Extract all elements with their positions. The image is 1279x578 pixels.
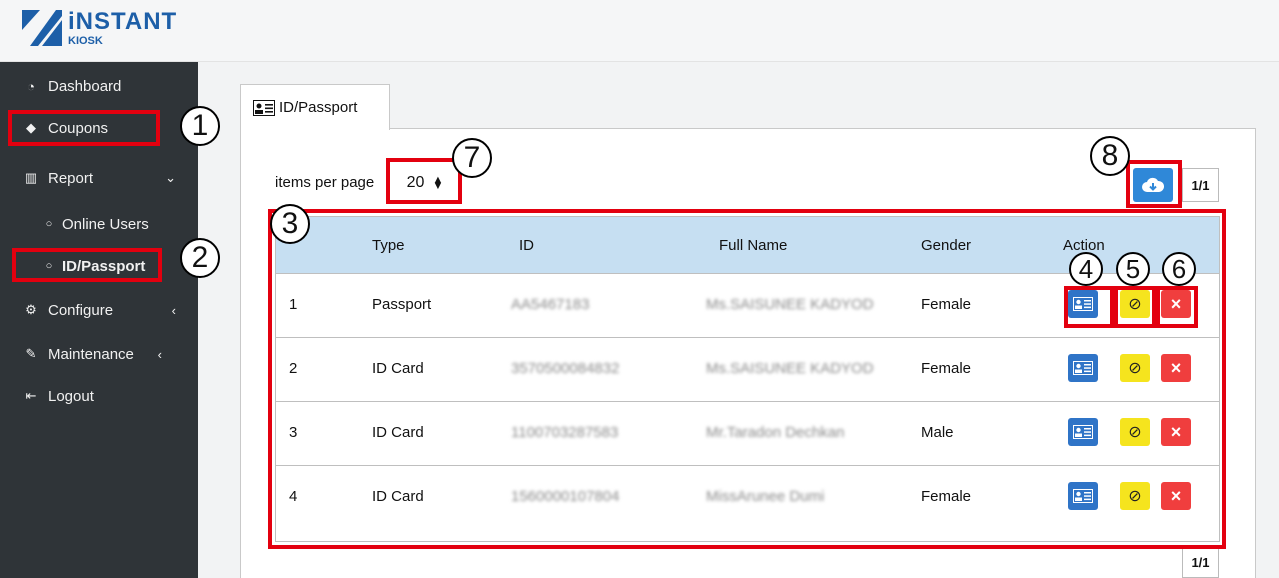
id-card-icon <box>253 99 275 116</box>
sidebar-item-report[interactable]: ▥ Report ⌄ <box>0 158 198 198</box>
logo-mark-icon <box>22 8 62 48</box>
tab-label: ID/Passport <box>279 99 358 116</box>
annotation-box-view-id <box>1064 286 1114 328</box>
sidebar-item-label: Configure <box>48 301 114 319</box>
sidebar-item-label: Online Users <box>62 215 149 233</box>
sidebar-item-configure[interactable]: ⚙ Configure ‹ <box>0 290 198 330</box>
circle-icon: ○ <box>45 218 53 230</box>
logo-subtitle: KIOSK <box>68 34 103 47</box>
gear-icon: ⚙ <box>25 302 37 317</box>
items-per-page-label: items per page <box>275 174 375 191</box>
tab-id-passport[interactable]: ID/Passport <box>240 84 390 130</box>
sidebar-item-label: Maintenance <box>48 345 134 363</box>
callout-1: 1 <box>180 106 220 146</box>
logo-title: iNSTANT <box>68 7 178 35</box>
sidebar-item-dashboard[interactable]: ◔ Dashboard <box>0 66 198 106</box>
annotation-box-suspend <box>1114 286 1156 328</box>
sidebar-item-label: Dashboard <box>48 77 122 95</box>
callout-7: 7 <box>452 138 492 178</box>
page-indicator-bottom[interactable]: 1/1 <box>1182 546 1219 578</box>
bar-chart-icon: ▥ <box>24 170 38 185</box>
chevron-down-icon: ⌄ <box>165 170 176 185</box>
logout-icon: ⇤ <box>25 388 37 403</box>
callout-3: 3 <box>270 204 310 244</box>
sidebar-item-maintenance[interactable]: ✎ Maintenance ‹ <box>0 334 198 374</box>
callout-6: 6 <box>1162 252 1196 286</box>
annotation-box-items-per-page <box>386 158 462 204</box>
gauge-icon: ◔ <box>27 78 35 94</box>
callout-8: 8 <box>1090 136 1130 176</box>
sidebar-item-online-users[interactable]: ○ Online Users <box>0 204 198 244</box>
chevron-left-icon: ‹ <box>171 302 176 318</box>
annotation-box-download <box>1126 160 1182 208</box>
chevron-left-icon: ‹ <box>157 346 162 362</box>
callout-4: 4 <box>1069 252 1103 286</box>
wrench-icon: ✎ <box>25 346 37 361</box>
annotation-box-delete <box>1156 286 1198 328</box>
sidebar-item-label: Report <box>48 169 94 187</box>
callout-5: 5 <box>1116 252 1150 286</box>
top-bar: iNSTANT KIOSK <box>0 0 1279 62</box>
page-indicator-top[interactable]: 1/1 <box>1182 168 1219 202</box>
app-logo[interactable]: iNSTANT KIOSK <box>22 8 177 48</box>
sidebar-item-logout[interactable]: ⇤ Logout <box>0 376 198 416</box>
sidebar-item-label: Logout <box>48 387 94 405</box>
callout-2: 2 <box>180 238 220 278</box>
annotation-box-coupons <box>8 110 160 146</box>
annotation-box-id-passport <box>12 248 162 282</box>
